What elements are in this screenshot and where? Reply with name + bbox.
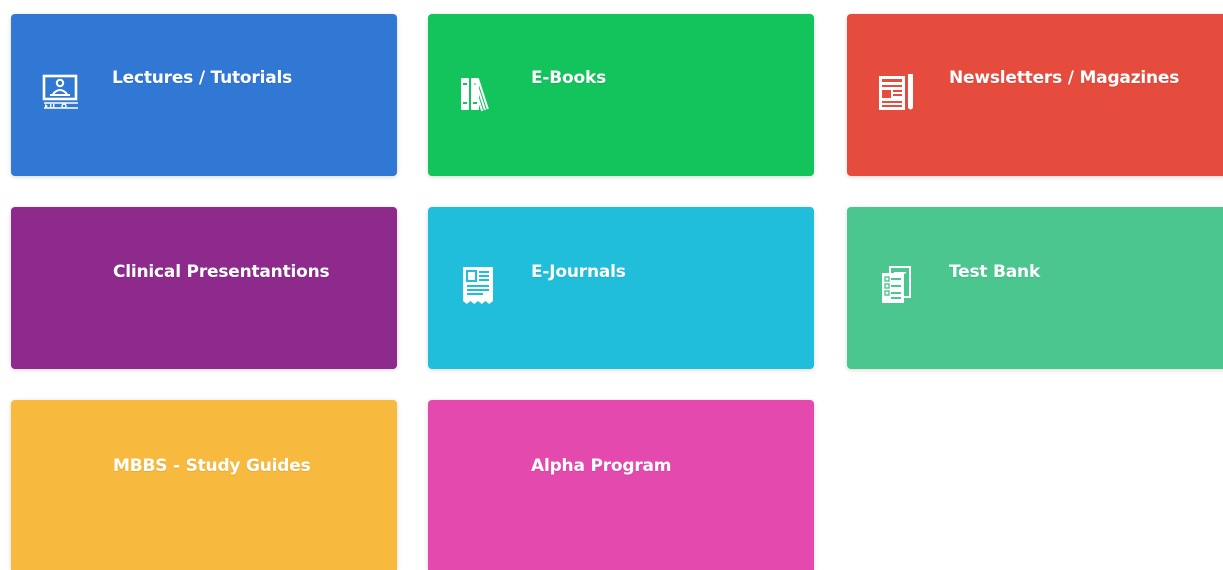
checklist-icon xyxy=(880,263,918,307)
tile-e-books[interactable]: E-Books xyxy=(428,14,814,176)
tile-label: Newsletters / Magazines xyxy=(949,68,1180,88)
tile-label: Test Bank xyxy=(949,262,1041,282)
tile-label: Clinical Presentantions xyxy=(113,262,330,282)
books-icon xyxy=(459,70,497,114)
tile-newsletters-magazines[interactable]: Newsletters / Magazines xyxy=(847,14,1223,176)
tile-label: E-Journals xyxy=(531,262,626,282)
tile-e-journals[interactable]: E-Journals xyxy=(428,207,814,369)
journal-icon xyxy=(461,263,499,307)
tile-clinical-presentations[interactable]: Clinical Presentantions xyxy=(11,207,397,369)
tile-label: MBBS - Study Guides xyxy=(113,456,311,476)
tile-lectures-tutorials[interactable]: Lectures / Tutorials xyxy=(11,14,397,176)
tile-label: E-Books xyxy=(531,68,607,88)
tile-alpha-program[interactable]: Alpha Program xyxy=(428,400,814,570)
tile-test-bank[interactable]: Test Bank xyxy=(847,207,1223,369)
newspaper-icon xyxy=(878,70,916,114)
tile-label: Alpha Program xyxy=(531,456,672,476)
tile-label: Lectures / Tutorials xyxy=(112,68,293,88)
video-lecture-icon xyxy=(42,70,80,114)
tile-mbbs-study-guides[interactable]: MBBS - Study Guides xyxy=(11,400,397,570)
